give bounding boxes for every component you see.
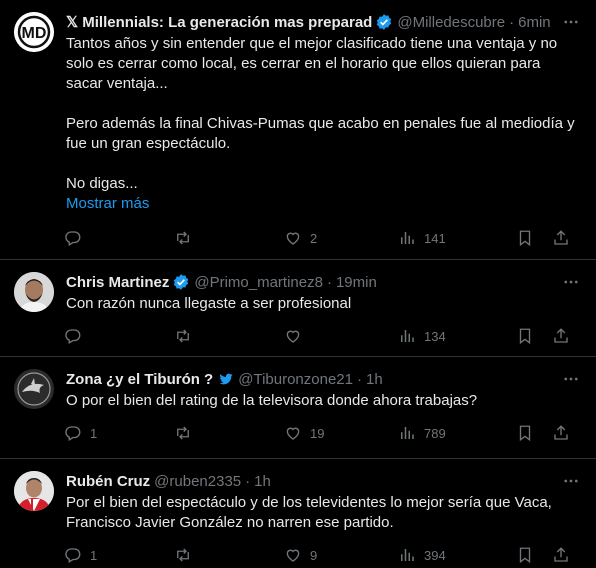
share-button[interactable] (552, 546, 572, 564)
heart-icon (286, 232, 300, 245)
repost-button[interactable] (174, 424, 284, 442)
like-button[interactable]: 2 (284, 229, 398, 247)
like-count: 2 (310, 230, 318, 246)
like-button[interactable]: 19 (284, 424, 398, 442)
heart-icon (286, 549, 300, 562)
repost-button[interactable] (174, 327, 284, 345)
post-4[interactable]: Rubén Cruz @ruben2335 · 1h Por el bien d… (0, 459, 596, 568)
reply-button[interactable]: 1 (64, 546, 174, 564)
svg-text:MD: MD (22, 25, 47, 42)
views-icon (401, 232, 414, 244)
bookmark-icon (519, 425, 531, 442)
shark-logo-icon (14, 369, 54, 409)
views-button[interactable]: 134 (398, 327, 516, 345)
avatar[interactable] (14, 272, 54, 312)
share-button[interactable] (552, 424, 572, 442)
more-options-icon[interactable] (556, 273, 580, 291)
repost-icon (177, 426, 189, 440)
repost-icon (177, 548, 189, 562)
verified-badge-icon (375, 13, 393, 31)
bookmark-button[interactable] (516, 424, 552, 442)
view-count: 141 (424, 230, 446, 246)
share-icon (554, 328, 568, 343)
bookmark-button[interactable] (516, 327, 552, 345)
share-icon (554, 547, 568, 562)
reply-button[interactable] (64, 327, 174, 345)
like-count: 9 (310, 547, 318, 563)
share-icon (554, 230, 568, 245)
reply-icon (65, 231, 81, 246)
avatar[interactable] (14, 369, 54, 409)
views-button[interactable]: 141 (398, 229, 516, 247)
reply-feed: MD 𝕏 Millennials: La generación mas prep… (0, 0, 596, 568)
share-button[interactable] (552, 327, 572, 345)
post-text: Por el bien del espectáculo y de los tel… (66, 494, 557, 531)
repost-icon (177, 329, 189, 343)
bookmark-icon (519, 230, 531, 247)
post-text: O por el bien del rating de la televisor… (66, 392, 478, 409)
post-time[interactable]: 19min (336, 274, 377, 291)
person-photo-icon (14, 272, 54, 312)
post-time[interactable]: 6min (518, 14, 551, 31)
post-time[interactable]: 1h (366, 371, 383, 388)
author-handle[interactable]: @Milledescubre (397, 14, 505, 31)
like-button[interactable] (284, 327, 398, 345)
view-count: 394 (424, 547, 446, 563)
share-button[interactable] (552, 229, 572, 247)
like-count: 19 (310, 425, 325, 441)
repost-icon (177, 231, 189, 245)
author-name[interactable]: Chris Martinez (66, 274, 169, 291)
bird-icon (218, 371, 234, 387)
separator-dot: · (245, 472, 251, 490)
author-handle[interactable]: @Primo_martinez8 (194, 274, 323, 291)
author-name[interactable]: 𝕏 Millennials: La generación mas prepara… (66, 13, 372, 31)
author-name[interactable]: Zona ¿y el Tiburón ? (66, 371, 213, 388)
author-name[interactable]: Rubén Cruz (66, 473, 150, 490)
view-count: 789 (424, 425, 446, 441)
author-handle[interactable]: @ruben2335 (154, 473, 241, 490)
more-options-icon[interactable] (556, 472, 580, 490)
person-photo-icon (14, 471, 54, 511)
post-text: Con razón nunca llegaste a ser profesion… (66, 295, 352, 312)
separator-dot: · (356, 370, 362, 388)
reply-count: 1 (90, 547, 98, 563)
post-1[interactable]: MD 𝕏 Millennials: La generación mas prep… (0, 0, 596, 260)
view-count: 134 (424, 328, 446, 344)
reply-button[interactable] (64, 229, 174, 247)
post-2[interactable]: Chris Martinez @Primo_martinez8 · 19min … (0, 260, 596, 357)
more-options-icon[interactable] (556, 370, 580, 388)
like-button[interactable]: 9 (284, 546, 398, 564)
views-icon (401, 427, 414, 439)
millennials-logo-icon: MD (14, 12, 54, 52)
more-options-icon[interactable] (556, 13, 580, 31)
reply-count: 1 (90, 425, 98, 441)
verified-badge-icon (172, 273, 190, 291)
avatar[interactable] (14, 471, 54, 511)
post-3[interactable]: Zona ¿y el Tiburón ? @Tiburonzone21 · 1h… (0, 357, 596, 459)
repost-button[interactable] (174, 546, 284, 564)
bookmark-button[interactable] (516, 229, 552, 247)
views-button[interactable]: 789 (398, 424, 516, 442)
post-text: Tantos años y sin entender que el mejor … (66, 35, 575, 192)
reply-icon (65, 426, 81, 441)
avatar[interactable]: MD (14, 12, 54, 52)
heart-icon (286, 330, 300, 343)
heart-icon (286, 427, 300, 440)
repost-button[interactable] (174, 229, 284, 247)
post-time[interactable]: 1h (254, 473, 271, 490)
show-more-link[interactable]: Mostrar más (66, 194, 580, 214)
views-icon (401, 549, 414, 561)
reply-icon (65, 329, 81, 344)
bookmark-icon (519, 547, 531, 564)
author-handle[interactable]: @Tiburonzone21 (238, 371, 353, 388)
separator-dot: · (509, 13, 515, 31)
separator-dot: · (326, 273, 332, 291)
reply-button[interactable]: 1 (64, 424, 174, 442)
share-icon (554, 425, 568, 440)
bookmark-icon (519, 328, 531, 345)
reply-icon (65, 548, 81, 563)
views-button[interactable]: 394 (398, 546, 516, 564)
views-icon (401, 330, 414, 342)
bookmark-button[interactable] (516, 546, 552, 564)
